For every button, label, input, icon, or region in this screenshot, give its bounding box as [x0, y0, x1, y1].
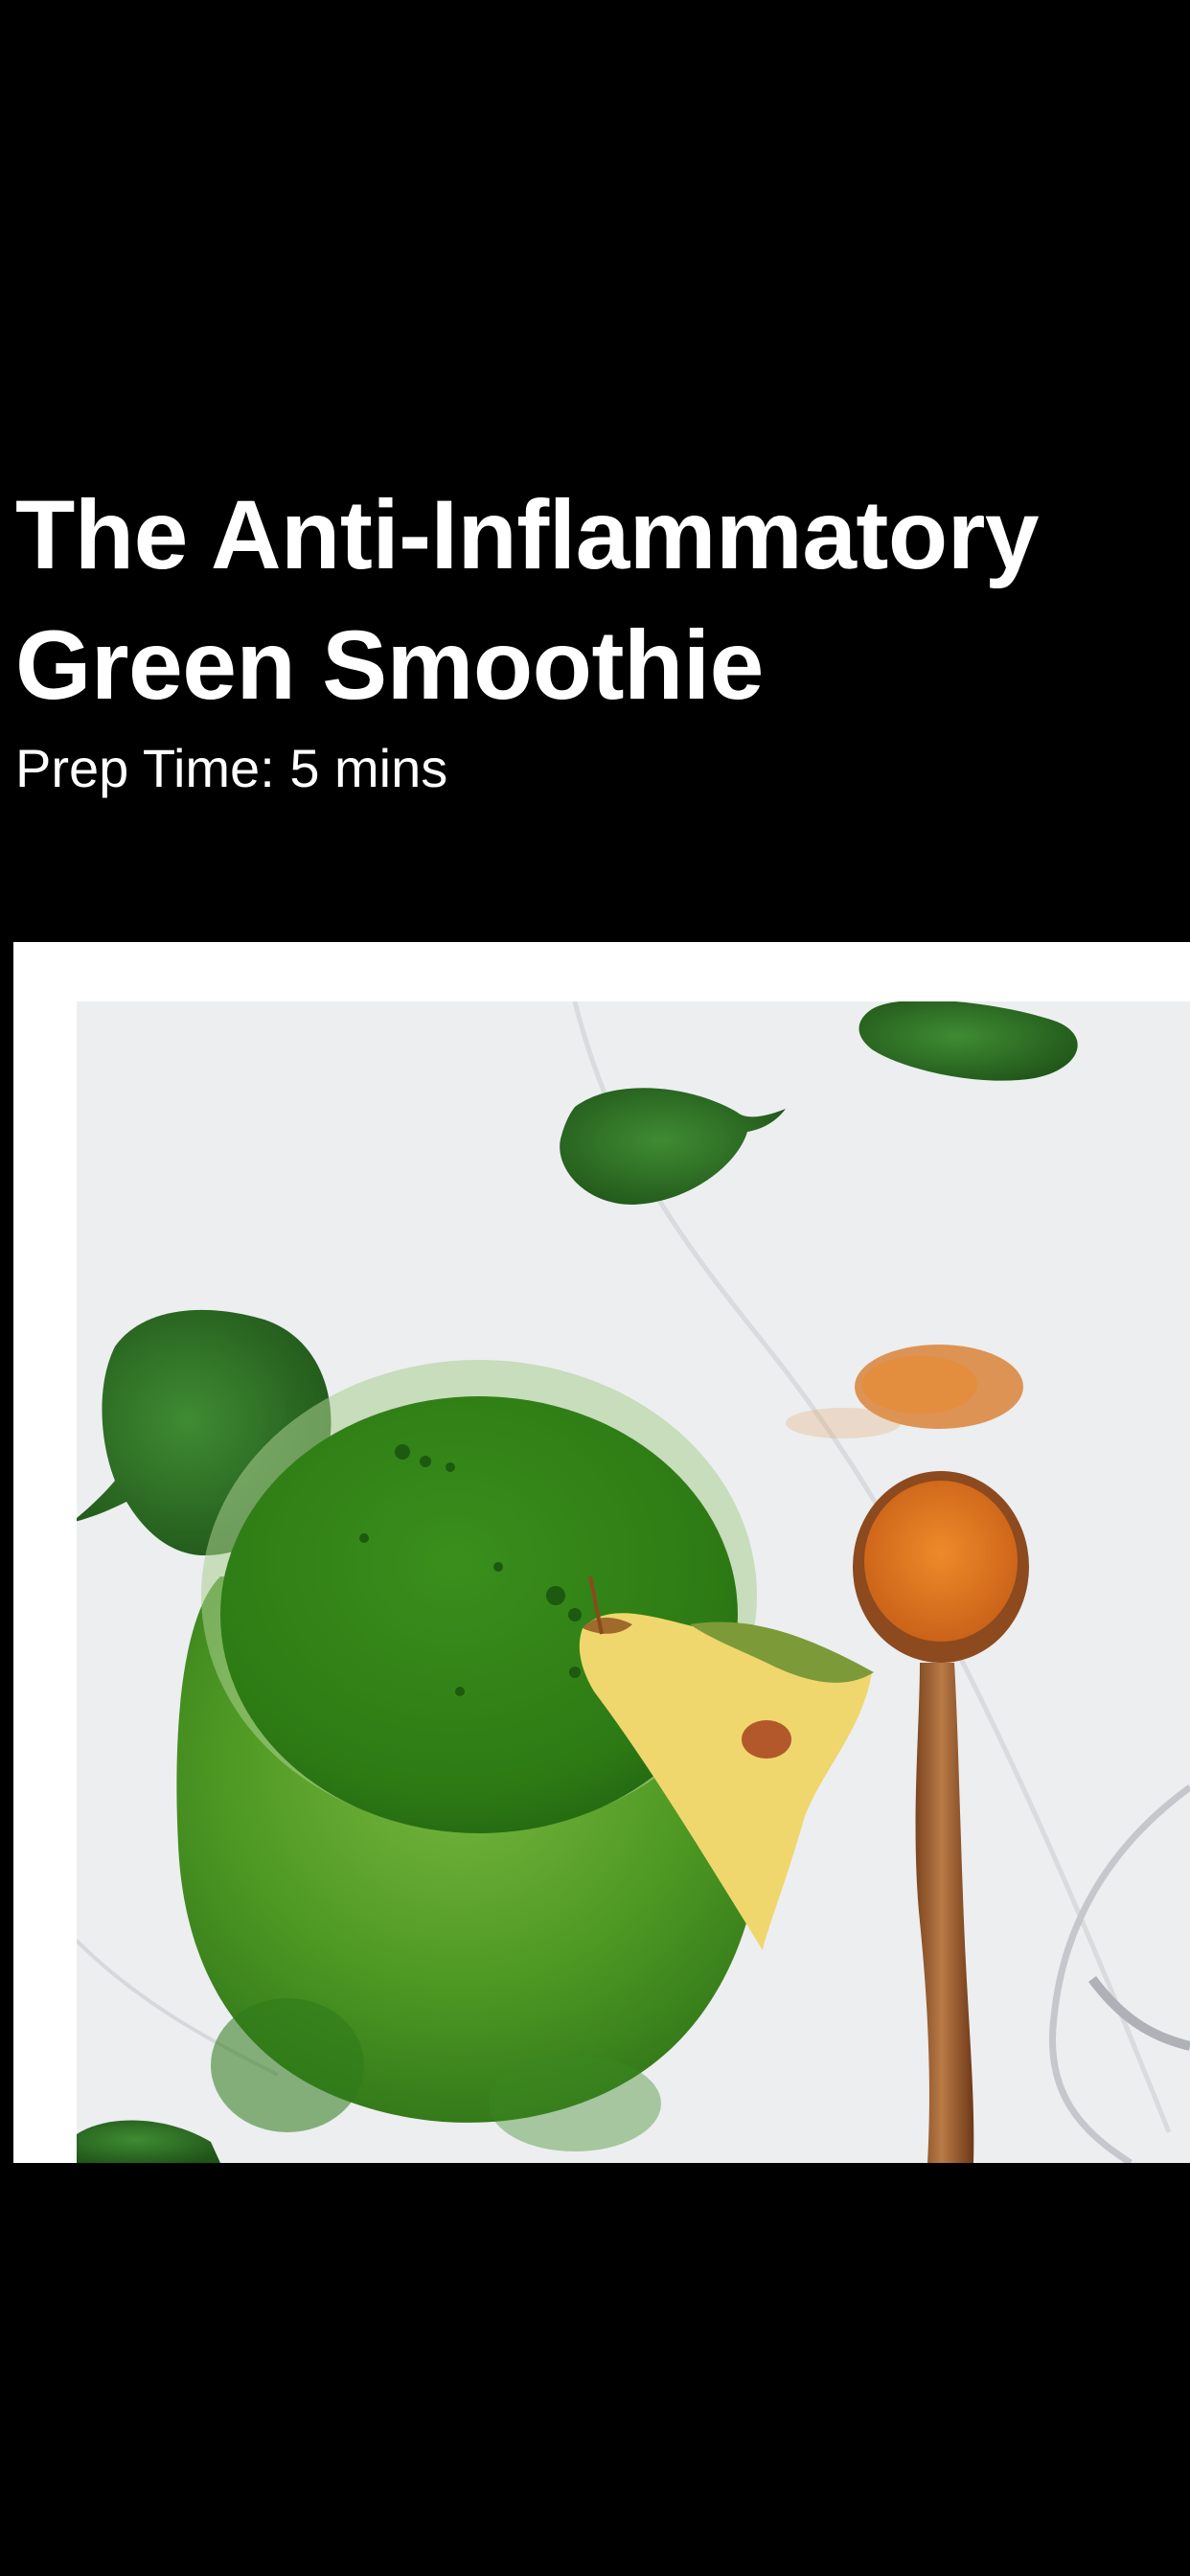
recipe-title-line-2: Green Smoothie [15, 610, 764, 720]
recipe-title: The Anti-Inflammatory Green Smoothie [15, 470, 1165, 730]
prep-time-label: Prep Time: 5 mins [15, 738, 448, 798]
recipe-title-line-1: The Anti-Inflammatory [15, 480, 1040, 589]
smoothie-photo [77, 1001, 1190, 2163]
recipe-header: The Anti-Inflammatory Green Smoothie Pre… [15, 470, 1165, 807]
recipe-photo-card [13, 942, 1190, 2163]
